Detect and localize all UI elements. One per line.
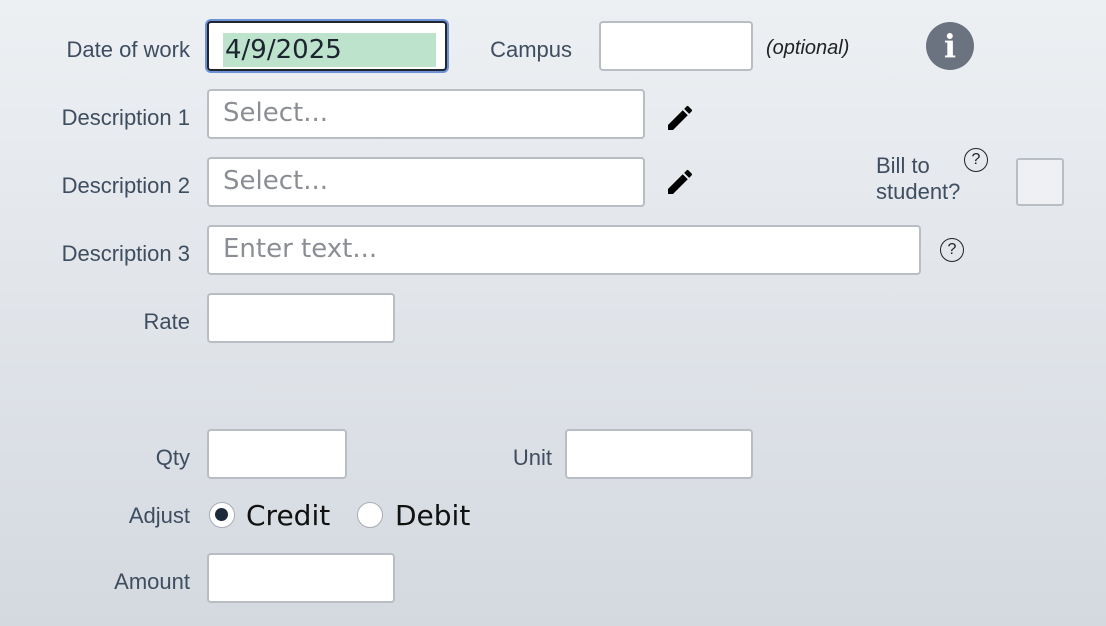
unit-label: Unit: [512, 445, 552, 470]
pencil-icon[interactable]: [664, 102, 696, 134]
bill-label-line1: Bill to: [876, 153, 930, 178]
amount-input[interactable]: [207, 553, 395, 603]
credit-label[interactable]: Credit: [246, 501, 330, 531]
date-of-work-label: Date of work: [66, 37, 191, 62]
bill-label-line2: student?: [876, 179, 961, 204]
bill-to-student-label: Bill to student?: [876, 153, 960, 205]
description-1-label: Description 1: [61, 105, 190, 130]
description-3-label: Description 3: [61, 241, 190, 266]
description-1-select[interactable]: Select...: [207, 89, 645, 139]
rate-label: Rate: [143, 309, 190, 334]
debit-radio[interactable]: [357, 502, 383, 528]
qty-label: Qty: [155, 445, 190, 470]
qty-input[interactable]: [207, 429, 347, 479]
description-2-select[interactable]: Select...: [207, 157, 645, 207]
question-circle-icon[interactable]: ?: [964, 148, 988, 172]
pencil-icon[interactable]: [664, 166, 696, 198]
amount-label: Amount: [114, 569, 190, 594]
credit-radio[interactable]: [209, 502, 235, 528]
campus-input[interactable]: [599, 21, 753, 71]
campus-label: Campus: [490, 37, 572, 62]
bill-to-student-checkbox[interactable]: [1016, 158, 1064, 206]
description-2-label: Description 2: [61, 173, 190, 198]
unit-input[interactable]: [565, 429, 753, 479]
campus-optional-hint: (optional): [766, 37, 850, 59]
rate-input[interactable]: [207, 293, 395, 343]
question-circle-icon[interactable]: ?: [940, 238, 964, 262]
adjust-label: Adjust: [128, 503, 190, 528]
info-icon[interactable]: i: [926, 22, 974, 70]
description-3-input[interactable]: Enter text...: [207, 225, 921, 275]
debit-label[interactable]: Debit: [395, 501, 470, 531]
